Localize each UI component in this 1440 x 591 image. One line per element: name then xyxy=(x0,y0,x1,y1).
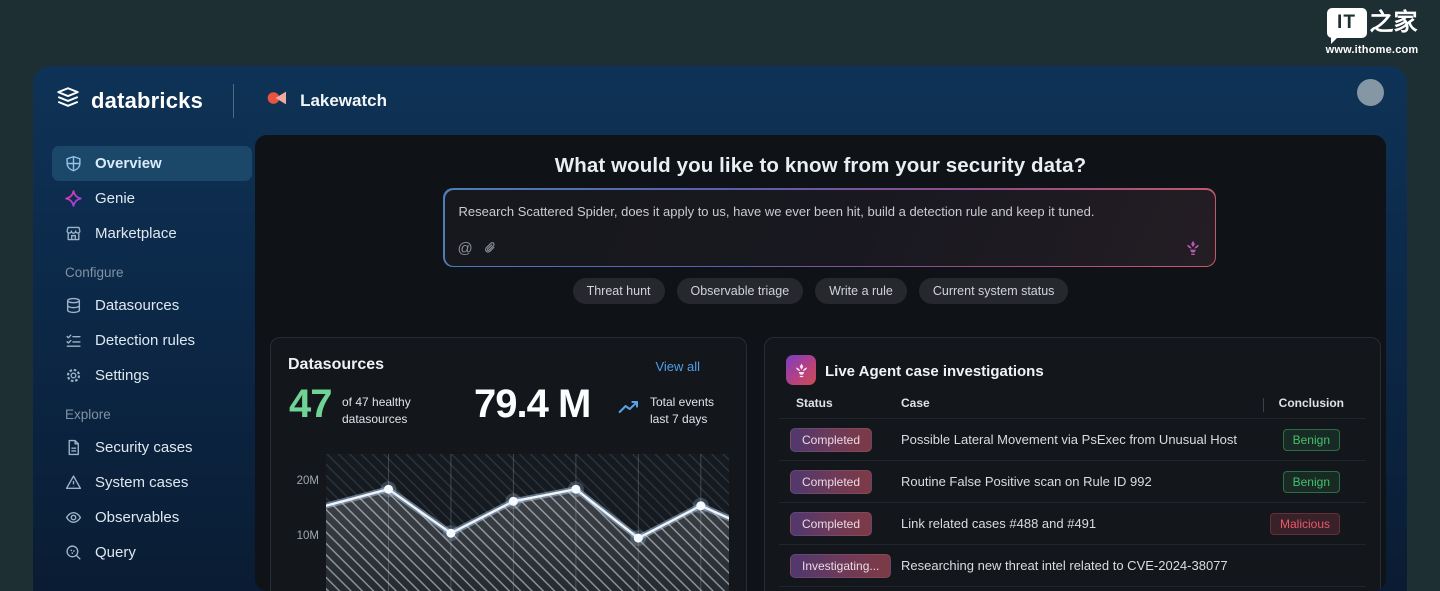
sidebar: Overview Genie xyxy=(52,146,252,570)
table-row[interactable]: Completed Possible Lateral Movement via … xyxy=(765,418,1380,460)
status-badge: Completed xyxy=(790,428,872,452)
suggestion-chips: Threat hunt Observable triage Write a ru… xyxy=(255,278,1386,304)
table-row[interactable]: Completed Routine False Positive scan on… xyxy=(765,460,1380,502)
healthy-count: 47 xyxy=(289,382,332,427)
sidebar-item-settings[interactable]: Settings xyxy=(52,358,252,393)
genie-sparkle-icon xyxy=(65,190,82,207)
agent-icon xyxy=(786,355,816,385)
ithome-url: www.ithome.com xyxy=(1324,44,1420,56)
shield-grid-icon xyxy=(65,155,82,172)
chip-write-a-rule[interactable]: Write a rule xyxy=(815,278,907,304)
datasources-card-title: Datasources xyxy=(288,356,384,374)
sidebar-item-label: Datasources xyxy=(95,297,179,314)
ithome-watermark: IT 之家 www.ithome.com xyxy=(1324,8,1420,56)
status-badge: Investigating... xyxy=(790,554,891,578)
column-case: Case xyxy=(901,396,930,410)
case-title: Link related cases #488 and #491 xyxy=(901,516,1096,531)
conclusion-badge: Malicious xyxy=(1270,513,1340,535)
databricks-brand[interactable]: databricks xyxy=(55,86,203,115)
eye-icon xyxy=(65,509,82,526)
sidebar-item-detection-rules[interactable]: Detection rules xyxy=(52,323,252,358)
agent-investigations-card: Live Agent case investigations Status Ca… xyxy=(764,337,1381,591)
prompt-input-value[interactable]: Research Scattered Spider, does it apply… xyxy=(459,204,1175,219)
gear-icon xyxy=(65,367,82,384)
trend-up-icon xyxy=(618,400,640,421)
checklist-icon xyxy=(65,332,82,349)
app-window: databricks Lakewatch Overview xyxy=(33,66,1407,591)
conclusion-badge: Benign xyxy=(1283,471,1340,493)
lakewatch-logo-icon xyxy=(264,86,290,115)
case-title: Possible Lateral Movement via PsExec fro… xyxy=(901,432,1237,447)
case-title: Researching new threat intel related to … xyxy=(901,558,1228,573)
status-badge: Completed xyxy=(790,512,872,536)
app-name: Lakewatch xyxy=(300,91,387,111)
column-status: Status xyxy=(796,396,833,410)
sidebar-item-label: Genie xyxy=(95,190,135,207)
table-header: Status Case Conclusion xyxy=(765,396,1380,418)
table-row[interactable]: Investigating... Researching new threat … xyxy=(765,544,1380,586)
sidebar-item-observables[interactable]: Observables xyxy=(52,500,252,535)
datasources-card: Datasources View all 47 of 47 healthy da… xyxy=(270,337,747,591)
prompt-input[interactable]: Research Scattered Spider, does it apply… xyxy=(445,190,1215,266)
user-avatar[interactable] xyxy=(1357,79,1384,106)
sidebar-item-system-cases[interactable]: System cases xyxy=(52,465,252,500)
case-title: Routine False Positive scan on Rule ID 9… xyxy=(901,474,1152,489)
sidebar-item-overview[interactable]: Overview xyxy=(52,146,252,181)
sidebar-section-explore: Explore xyxy=(52,393,252,430)
send-agent-icon[interactable] xyxy=(1184,239,1202,257)
header-divider xyxy=(233,84,234,118)
window-header: databricks Lakewatch xyxy=(33,66,1407,135)
y-tick-10m: 10M xyxy=(285,530,319,542)
status-badge: Completed xyxy=(790,470,872,494)
hero-title: What would you like to know from your se… xyxy=(255,154,1386,178)
database-icon xyxy=(65,297,82,314)
sidebar-item-label: Overview xyxy=(95,155,162,172)
table-row[interactable]: Completed Link related cases #488 and #4… xyxy=(765,502,1380,544)
query-magnifier-icon xyxy=(65,544,82,561)
sidebar-item-label: System cases xyxy=(95,474,188,491)
storefront-icon xyxy=(65,225,82,242)
sidebar-item-query[interactable]: Query xyxy=(52,535,252,570)
prompt-input-border: Research Scattered Spider, does it apply… xyxy=(443,188,1216,267)
conclusion-badge: Benign xyxy=(1283,429,1340,451)
chip-threat-hunt[interactable]: Threat hunt xyxy=(573,278,665,304)
sidebar-item-marketplace[interactable]: Marketplace xyxy=(52,216,252,251)
sidebar-item-datasources[interactable]: Datasources xyxy=(52,288,252,323)
column-divider xyxy=(1263,398,1264,412)
sidebar-item-label: Query xyxy=(95,544,136,561)
agent-card-title: Live Agent case investigations xyxy=(825,363,1044,380)
lakewatch-brand[interactable]: Lakewatch xyxy=(264,86,387,115)
attachment-icon[interactable] xyxy=(483,241,498,256)
sidebar-item-label: Observables xyxy=(95,509,179,526)
events-chart xyxy=(326,454,729,591)
sidebar-item-security-cases[interactable]: Security cases xyxy=(52,430,252,465)
brand-name: databricks xyxy=(91,88,203,114)
sidebar-item-label: Settings xyxy=(95,367,149,384)
ithome-logo-icon: IT xyxy=(1327,8,1367,38)
y-tick-20m: 20M xyxy=(285,475,319,487)
mention-icon[interactable]: @ xyxy=(458,241,473,256)
sidebar-item-genie[interactable]: Genie xyxy=(52,181,252,216)
healthy-caption: of 47 healthy datasources xyxy=(342,394,411,428)
chip-observable-triage[interactable]: Observable triage xyxy=(677,278,804,304)
sidebar-item-label: Security cases xyxy=(95,439,193,456)
warning-triangle-icon xyxy=(65,474,82,491)
column-conclusion: Conclusion xyxy=(1279,396,1344,410)
sidebar-item-label: Marketplace xyxy=(95,225,177,242)
ithome-cjk-text: 之家 xyxy=(1370,11,1418,35)
sidebar-section-configure: Configure xyxy=(52,251,252,288)
document-icon xyxy=(65,439,82,456)
databricks-logo-icon xyxy=(55,86,81,115)
sidebar-item-label: Detection rules xyxy=(95,332,195,349)
events-total: 79.4 M xyxy=(474,382,590,427)
view-all-link[interactable]: View all xyxy=(655,359,700,374)
events-caption: Total events last 7 days xyxy=(650,394,714,428)
chip-current-system-status[interactable]: Current system status xyxy=(919,278,1069,304)
main-panel: What would you like to know from your se… xyxy=(255,135,1386,591)
